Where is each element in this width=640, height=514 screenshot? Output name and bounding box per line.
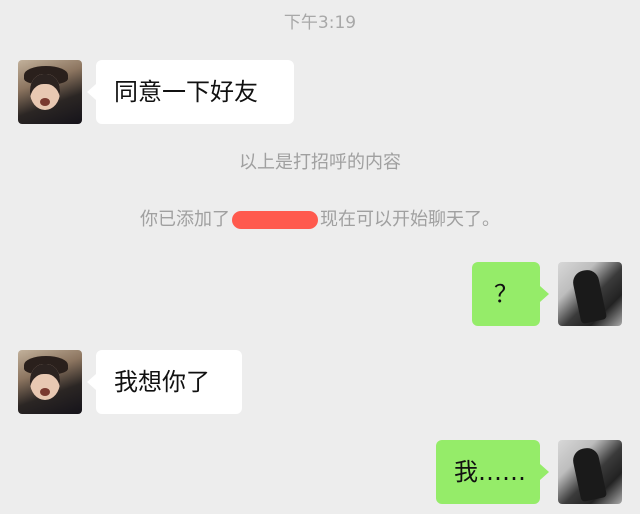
redacted-name xyxy=(232,211,318,229)
system-notice-greeting: 以上是打招呼的内容 xyxy=(239,152,401,173)
contact-avatar[interactable] xyxy=(18,350,82,414)
outgoing-message-bubble[interactable]: ？ xyxy=(472,262,549,326)
contact-avatar[interactable] xyxy=(18,60,82,124)
message-text: ？ xyxy=(494,280,518,308)
my-avatar[interactable] xyxy=(558,262,622,326)
incoming-message-bubble[interactable]: 我想你了 xyxy=(87,350,242,414)
message-text: 我…… xyxy=(454,458,526,486)
my-avatar[interactable] xyxy=(558,440,622,504)
system-notice-friend-added: 你已添加了 现在可以开始聊天了。 xyxy=(0,205,640,231)
outgoing-message-bubble[interactable]: 我…… xyxy=(436,440,549,504)
friend-added-prefix: 你已添加了 xyxy=(140,209,230,230)
chat-timestamp: 下午3:19 xyxy=(283,13,357,33)
incoming-message-bubble[interactable]: 同意一下好友 xyxy=(87,60,294,124)
friend-added-suffix: 现在可以开始聊天了。 xyxy=(320,209,500,230)
message-text: 同意一下好友 xyxy=(114,78,258,106)
message-text: 我想你了 xyxy=(114,368,210,396)
